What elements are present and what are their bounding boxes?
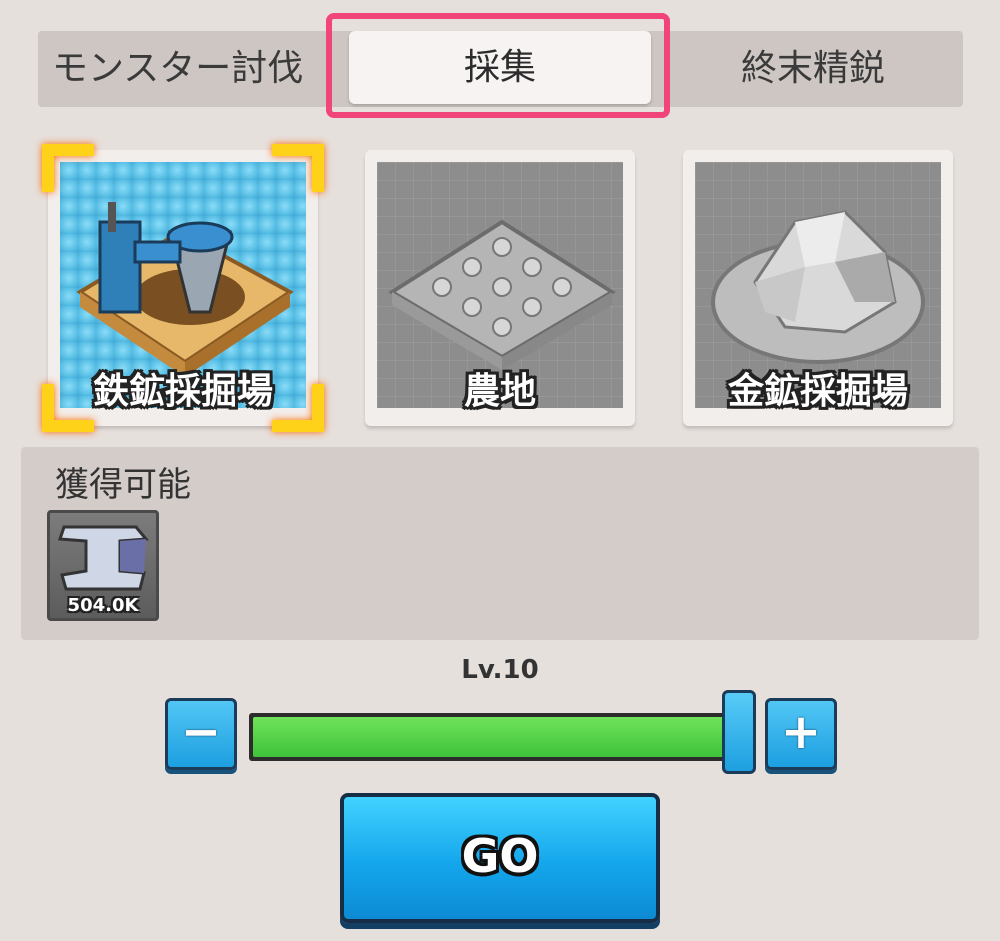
tab-highlight-frame bbox=[326, 13, 670, 118]
card-label-gold-mine: 金鉱採掘場 bbox=[727, 371, 908, 412]
level-decrease-button[interactable]: − bbox=[165, 698, 237, 770]
selection-corner bbox=[272, 144, 324, 192]
card-gold-mine[interactable]: 金鉱採掘場 bbox=[683, 150, 953, 426]
card-label-farmland: 農地 bbox=[463, 371, 536, 412]
selection-corner bbox=[42, 384, 94, 432]
level-slider-fill bbox=[253, 717, 735, 757]
iron-ingot-icon bbox=[57, 525, 150, 591]
rewards-panel: 獲得可能 504.0K bbox=[21, 447, 979, 640]
go-button[interactable]: GO bbox=[340, 793, 660, 923]
level-slider-track[interactable] bbox=[249, 713, 739, 761]
selection-corner bbox=[42, 144, 94, 192]
card-iron-mine[interactable]: 鉄鉱採掘場 bbox=[42, 144, 324, 432]
selection-corner bbox=[272, 384, 324, 432]
rewards-title: 獲得可能 bbox=[55, 465, 191, 505]
tab-monster-hunt[interactable]: モンスター討伐 bbox=[52, 31, 332, 107]
level-increase-button[interactable]: + bbox=[765, 698, 837, 770]
level-indicator: Lv.10 bbox=[461, 655, 539, 685]
reward-item[interactable]: 504.0K bbox=[47, 510, 159, 621]
level-slider-handle[interactable] bbox=[722, 690, 756, 774]
reward-amount: 504.0K bbox=[67, 595, 139, 616]
card-farmland[interactable]: 農地 bbox=[365, 150, 635, 426]
tab-doomsday-elite[interactable]: 終末精鋭 bbox=[693, 31, 933, 107]
